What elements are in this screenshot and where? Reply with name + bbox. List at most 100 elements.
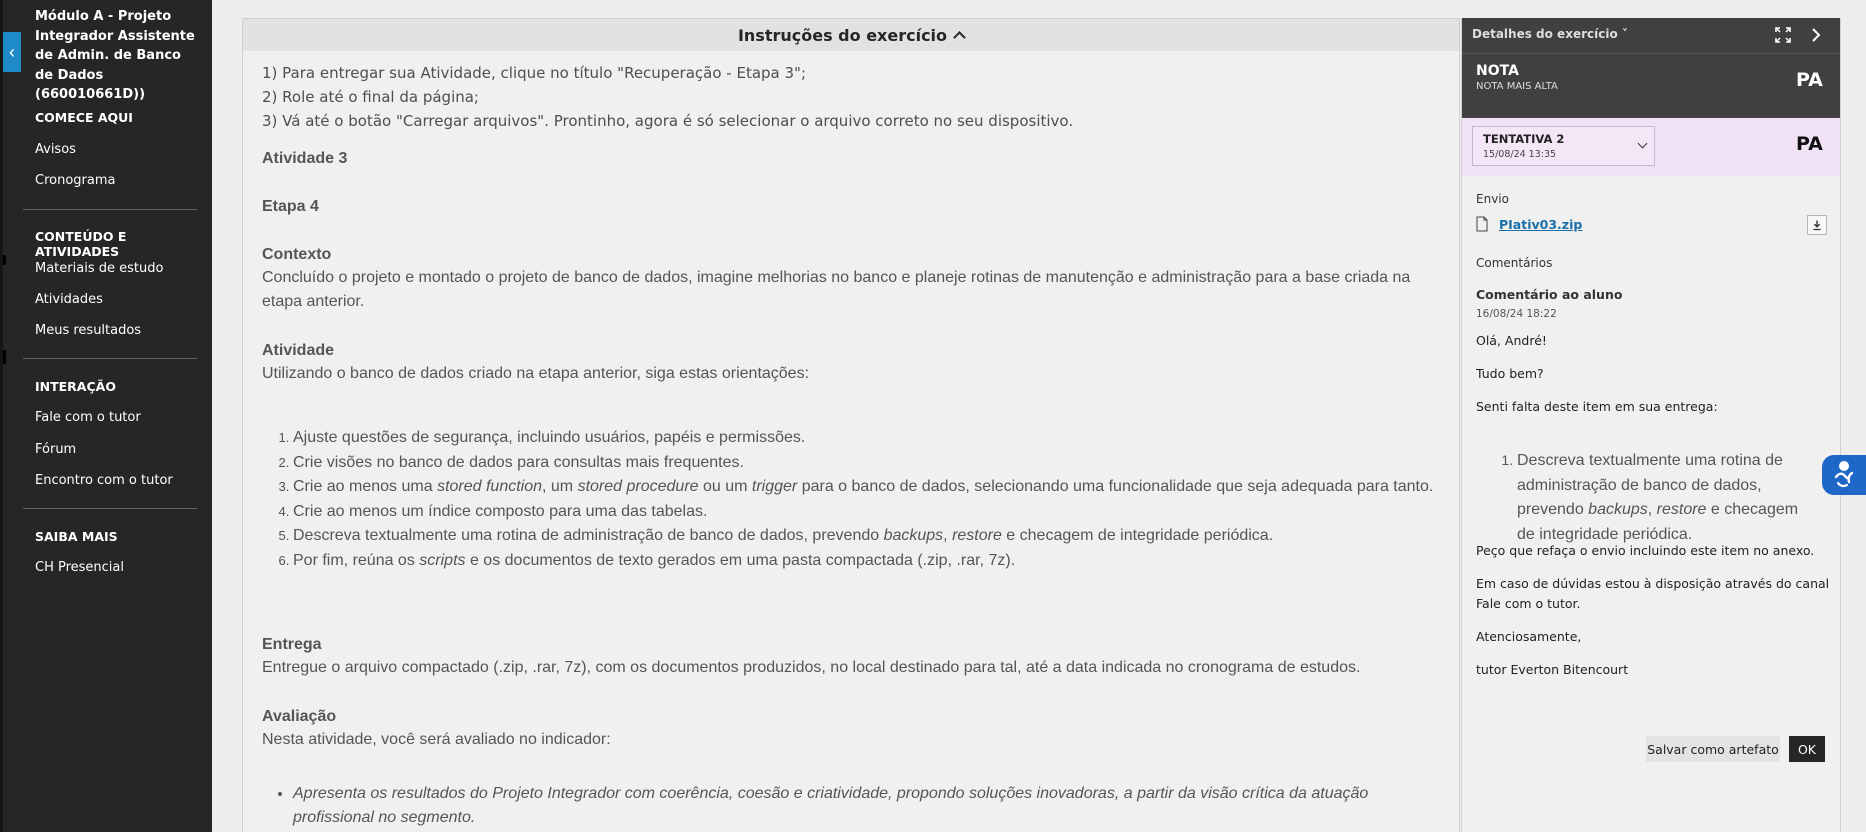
attempt-row: TENTATIVA 2 15/08/24 13:35 PA	[1462, 118, 1840, 176]
comment-text: Tudo bem?	[1476, 366, 1544, 381]
file-icon	[1476, 216, 1488, 232]
activity-heading: Atividade 3	[262, 150, 348, 167]
instruction-step: 3) Vá até o botão "Carregar arquivos". P…	[262, 112, 1074, 130]
sign-language-icon	[1834, 461, 1854, 488]
grade-value: PA	[1796, 69, 1823, 91]
activity-subheading: Atividade	[262, 342, 335, 359]
task-item: Crie ao menos um índice composto para um…	[293, 500, 1443, 525]
nav-divider	[23, 209, 197, 210]
nav-heading-conteudo: CONTEÚDO E ATIVIDADES	[35, 229, 127, 259]
task-text: ,	[943, 527, 953, 545]
task-text: Crie ao menos um índice composto para um…	[293, 502, 708, 520]
task-item: Descreva textualmente uma rotina de admi…	[293, 524, 1443, 549]
task-item: Crie ao menos uma stored function, um st…	[293, 475, 1443, 500]
nav-item-forum[interactable]: Fórum	[35, 442, 76, 457]
save-as-artifact-button[interactable]: Salvar como artefato	[1646, 736, 1780, 762]
sidebar-edge-mark	[3, 255, 6, 265]
instruction-step: 1) Para entregar sua Atividade, clique n…	[262, 64, 806, 82]
comment-list: Descreva textualmente uma rotina de admi…	[1517, 448, 1817, 547]
download-icon[interactable]	[1807, 215, 1827, 235]
task-list: Ajuste questões de segurança, incluindo …	[293, 426, 1443, 574]
evaluation-text: Nesta atividade, você será avaliado no i…	[262, 731, 611, 748]
comments-label: Comentários	[1476, 256, 1553, 270]
nav-item-encontro-tutor[interactable]: Encontro com o tutor	[35, 473, 173, 488]
evaluation-heading: Avaliação	[262, 708, 337, 725]
task-term: stored function	[437, 478, 543, 496]
nav-heading-saiba-mais: SAIBA MAIS	[35, 529, 118, 544]
submission-file-link[interactable]: PIativ03.zip	[1499, 217, 1582, 232]
nav-item-fale-tutor[interactable]: Fale com o tutor	[35, 410, 141, 425]
grade-sublabel: NOTA MAIS ALTA	[1476, 81, 1558, 92]
attempt-select[interactable]: TENTATIVA 2 15/08/24 13:35	[1472, 126, 1655, 166]
submission-label: Envio	[1476, 192, 1509, 206]
context-text: Concluído o projeto e montado o projeto …	[262, 269, 1411, 310]
comment-item-term: restore	[1656, 501, 1707, 518]
context-heading: Contexto	[262, 246, 332, 263]
task-text: Crie visões no banco de dados para consu…	[293, 453, 744, 471]
comment-item-text: ,	[1647, 501, 1657, 518]
comment-author: Comentário ao aluno	[1476, 287, 1623, 302]
nav-item-ch-presencial[interactable]: CH Presencial	[35, 560, 124, 575]
task-term: scripts	[419, 551, 466, 569]
activity-text: Utilizando o banco de dados criado na et…	[262, 365, 810, 382]
task-text: e os documentos de texto gerados em uma …	[465, 551, 1016, 569]
nav-divider	[23, 358, 197, 359]
comment-text: Senti falta deste item em sua entrega:	[1476, 399, 1718, 414]
comment-text: Peço que refaça o envio incluindo este i…	[1476, 543, 1815, 558]
exercise-details-panel: Detalhes do exercício ˅ NOTA NOTA MAIS A…	[1461, 18, 1841, 832]
expand-icon[interactable]	[1775, 27, 1791, 43]
task-text: para o banco de dados, selecionando uma …	[797, 478, 1434, 496]
nav-item-cronograma[interactable]: Cronograma	[35, 173, 115, 188]
nav-item-materiais[interactable]: Materiais de estudo	[35, 261, 163, 276]
sidebar-edge-mark	[3, 350, 6, 364]
task-text: Ajuste questões de segurança, incluindo …	[293, 429, 806, 446]
nav-item-atividades[interactable]: Atividades	[35, 292, 103, 307]
grade-label: NOTA	[1476, 63, 1519, 79]
criteria-item: Apresenta os resultados do Projeto Integ…	[293, 782, 1423, 830]
chevron-right-icon[interactable]	[1808, 27, 1824, 43]
delivery-heading: Entrega	[262, 636, 322, 653]
nav-item-meus-resultados[interactable]: Meus resultados	[35, 323, 141, 338]
task-term: backups	[883, 527, 944, 545]
task-term: restore	[952, 527, 1002, 545]
comment-list-item: Descreva textualmente uma rotina de admi…	[1517, 448, 1817, 547]
task-item: Ajuste questões de segurança, incluindo …	[293, 426, 1443, 451]
course-title: Módulo A - Projeto Integrador Assistente…	[35, 9, 195, 102]
comment-text: Atenciosamente,	[1476, 629, 1582, 644]
instructions-panel: Instruções do exercício 1) Para entregar…	[242, 18, 1460, 832]
criteria-list: Apresenta os resultados do Projeto Integ…	[293, 782, 1423, 830]
task-text: Crie ao menos uma	[293, 478, 438, 496]
attempt-date: 15/08/24 13:35	[1483, 149, 1557, 160]
task-text: Descreva textualmente uma rotina de admi…	[293, 527, 884, 545]
task-item: Por fim, reúna os scripts e os documento…	[293, 549, 1443, 574]
accessibility-widget-button[interactable]	[1822, 455, 1866, 495]
collapse-sidebar-button[interactable]: ‹	[3, 32, 21, 72]
nav-heading-comece-aqui: COMECE AQUI	[35, 110, 133, 125]
task-text: , um	[542, 478, 578, 496]
task-text: Por fim, reúna os	[293, 551, 420, 569]
nav-heading-interacao: INTERAÇÃO	[35, 379, 116, 394]
delivery-text: Entregue o arquivo compactado (.zip, .ra…	[262, 659, 1361, 676]
details-title: Detalhes do exercício	[1472, 27, 1618, 41]
chevron-down-icon: ˅	[1621, 27, 1628, 41]
task-item: Crie visões no banco de dados para consu…	[293, 451, 1443, 476]
comment-item-term: backups	[1588, 501, 1648, 518]
details-dropdown[interactable]: Detalhes do exercício ˅	[1472, 27, 1628, 41]
attempt-label: TENTATIVA 2	[1483, 132, 1565, 146]
comment-text: tutor Everton Bitencourt	[1476, 662, 1629, 677]
task-term: trigger	[751, 478, 798, 496]
instructions-header-label: Instruções do exercício	[737, 26, 948, 45]
comment-date: 16/08/24 18:22	[1476, 308, 1557, 320]
attempt-grade: PA	[1796, 133, 1823, 155]
comment-text: Em caso de dúvidas estou à disposição at…	[1476, 576, 1830, 611]
ok-button[interactable]: OK	[1789, 736, 1825, 762]
stage-heading: Etapa 4	[262, 198, 319, 215]
task-term: stored procedure	[577, 478, 699, 496]
nav-item-avisos[interactable]: Avisos	[35, 142, 76, 157]
instructions-header[interactable]: Instruções do exercício	[243, 18, 1459, 51]
grade-summary: Detalhes do exercício ˅ NOTA NOTA MAIS A…	[1462, 18, 1840, 118]
nav-divider	[23, 508, 197, 509]
chevron-down-icon	[1637, 138, 1648, 149]
task-text: e checagem de integridade periódica.	[1001, 527, 1274, 545]
divider	[1462, 53, 1840, 54]
